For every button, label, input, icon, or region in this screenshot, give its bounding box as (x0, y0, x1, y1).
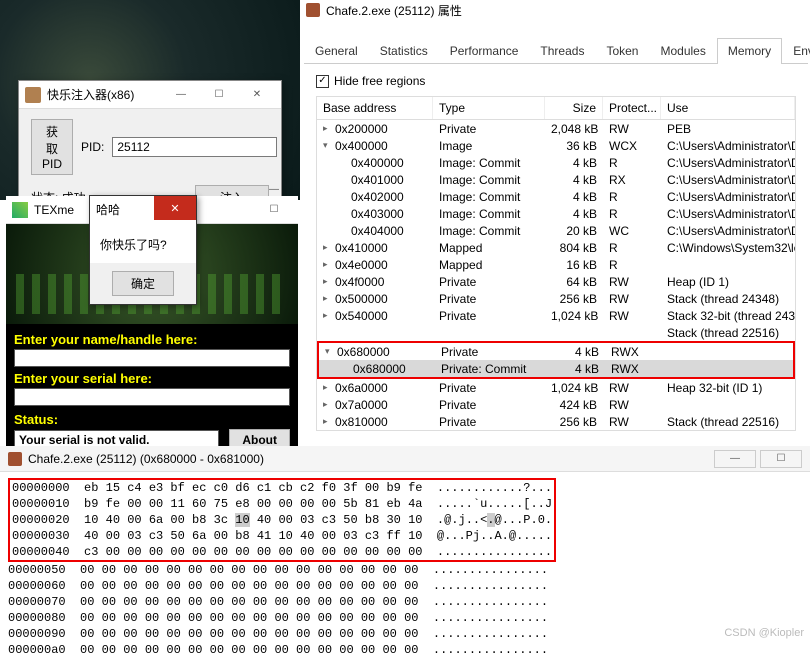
table-row[interactable]: 0x400000Image: Commit4 kBRC:\Users\Admin… (317, 154, 795, 171)
table-row[interactable]: 0x402000Image: Commit4 kBRC:\Users\Admin… (317, 188, 795, 205)
memory-table: Base address Type Size Protect... Use ▸0… (316, 96, 796, 431)
table-row[interactable]: ▸0x810000Private256 kBRWStack (thread 22… (317, 413, 795, 430)
hide-free-label: Hide free regions (334, 74, 425, 88)
table-row[interactable]: ▾0x400000Image36 kBWCXC:\Users\Administr… (317, 137, 795, 154)
tab-environmen[interactable]: Environmen (782, 38, 810, 64)
expand-icon[interactable]: ▸ (323, 382, 333, 393)
pid-input[interactable] (112, 137, 277, 157)
tabs: GeneralStatisticsPerformanceThreadsToken… (304, 38, 808, 64)
expand-icon[interactable]: ▾ (325, 346, 335, 357)
tab-performance[interactable]: Performance (439, 38, 530, 64)
table-row[interactable]: 0x401000Image: Commit4 kBRXC:\Users\Admi… (317, 171, 795, 188)
close-button[interactable]: ✕ (239, 85, 275, 105)
name-input[interactable] (14, 349, 290, 367)
messagebox-titlebar[interactable]: 哈哈 ✕ (90, 196, 196, 222)
hex-viewer-title: Chafe.2.exe (25112) (0x680000 - 0x681000… (28, 452, 264, 466)
tab-threads[interactable]: Threads (529, 38, 595, 64)
col-type[interactable]: Type (433, 97, 545, 119)
minimize-button[interactable]: — (714, 450, 756, 468)
process-properties-titlebar[interactable]: Chafe.2.exe (25112) 属性 (302, 0, 810, 20)
get-pid-button[interactable]: 获取PID (31, 119, 73, 175)
table-row[interactable]: ▸0x4e0000Mapped16 kBR (317, 256, 795, 273)
texme-icon (12, 202, 28, 218)
expand-icon[interactable]: ▸ (323, 123, 333, 134)
table-row[interactable]: ▸0x7a0000Private424 kBRW (317, 396, 795, 413)
expand-icon[interactable]: ▸ (323, 276, 333, 287)
table-row[interactable]: ▸0x500000Private256 kBRWStack (thread 24… (317, 290, 795, 307)
expand-icon[interactable]: ▾ (323, 140, 333, 151)
col-protection[interactable]: Protect... (603, 97, 661, 119)
hex-viewer-icon (8, 452, 22, 466)
tab-modules[interactable]: Modules (649, 38, 716, 64)
hex-dump[interactable]: 00000000 eb 15 c4 e3 bf ec c0 d6 c1 cb c… (0, 472, 810, 664)
process-icon (306, 3, 320, 17)
expand-icon[interactable]: ▸ (323, 242, 333, 253)
minimize-button[interactable]: — (163, 85, 199, 105)
expand-icon[interactable]: ▸ (323, 399, 333, 410)
table-row[interactable]: ▸0x410000Mapped804 kBRC:\Windows\System3… (317, 239, 795, 256)
injector-icon (25, 87, 41, 103)
hex-viewer-window: Chafe.2.exe (25112) (0x680000 - 0x681000… (0, 446, 810, 664)
name-label: Enter your name/handle here: (14, 332, 290, 347)
col-use[interactable]: Use (661, 97, 795, 119)
expand-icon[interactable]: ▸ (323, 259, 333, 270)
process-properties-window: Chafe.2.exe (25112) 属性 GeneralStatistics… (302, 0, 810, 440)
table-row[interactable]: ▸0x6a0000Private1,024 kBRWHeap 32-bit (I… (317, 379, 795, 396)
process-properties-title: Chafe.2.exe (25112) 属性 (326, 2, 462, 19)
table-row[interactable]: ▾0x680000Private4 kBRWX (319, 343, 793, 360)
tab-token[interactable]: Token (595, 38, 649, 64)
messagebox-text: 你快乐了吗? (90, 222, 196, 263)
serial-input[interactable] (14, 388, 290, 406)
tab-general[interactable]: General (304, 38, 369, 64)
table-header[interactable]: Base address Type Size Protect... Use (317, 97, 795, 120)
highlighted-region: ▾0x680000Private4 kBRWX0x680000Private: … (317, 341, 795, 379)
hex-viewer-titlebar[interactable]: Chafe.2.exe (25112) (0x680000 - 0x681000… (0, 446, 810, 472)
watermark: CSDN @Kiopler (724, 627, 804, 639)
status-label: Status: (14, 412, 290, 427)
col-size[interactable]: Size (545, 97, 603, 119)
table-row[interactable]: 0x680000Private: Commit4 kBRWX (319, 360, 793, 377)
table-row[interactable]: ▸0x4f0000Private64 kBRWHeap (ID 1) (317, 273, 795, 290)
expand-icon[interactable]: ▸ (323, 293, 333, 304)
pid-label: PID: (81, 140, 104, 154)
messagebox-title: 哈哈 (96, 201, 154, 218)
injector-title: 快乐注入器(x86) (47, 86, 163, 103)
expand-icon[interactable]: ▸ (323, 416, 333, 427)
hide-free-checkbox[interactable]: ✓ (316, 75, 329, 88)
maximize-button[interactable]: ☐ (201, 85, 237, 105)
table-row[interactable]: Stack (thread 22516) (317, 324, 795, 341)
tab-memory[interactable]: Memory (717, 38, 782, 64)
table-row[interactable]: 0x404000Image: Commit20 kBWCC:\Users\Adm… (317, 222, 795, 239)
table-row[interactable]: ▸0x200000Private2,048 kBRWPEB (317, 120, 795, 137)
serial-label: Enter your serial here: (14, 371, 290, 386)
table-row[interactable]: ▸0x540000Private1,024 kBRWStack 32-bit (… (317, 307, 795, 324)
expand-icon[interactable]: ▸ (323, 310, 333, 321)
maximize-button[interactable]: ☐ (760, 450, 802, 468)
col-base-address[interactable]: Base address (317, 97, 433, 119)
minimize-button[interactable]: — (256, 180, 292, 200)
table-row[interactable]: 0x403000Image: Commit4 kBRC:\Users\Admin… (317, 205, 795, 222)
messagebox: 哈哈 ✕ 你快乐了吗? 确定 (89, 195, 197, 305)
ok-button[interactable]: 确定 (112, 271, 174, 296)
tab-statistics[interactable]: Statistics (369, 38, 439, 64)
injector-titlebar[interactable]: 快乐注入器(x86) — ☐ ✕ (19, 81, 281, 109)
close-button[interactable]: ✕ (154, 196, 196, 220)
maximize-button[interactable]: ☐ (256, 200, 292, 220)
